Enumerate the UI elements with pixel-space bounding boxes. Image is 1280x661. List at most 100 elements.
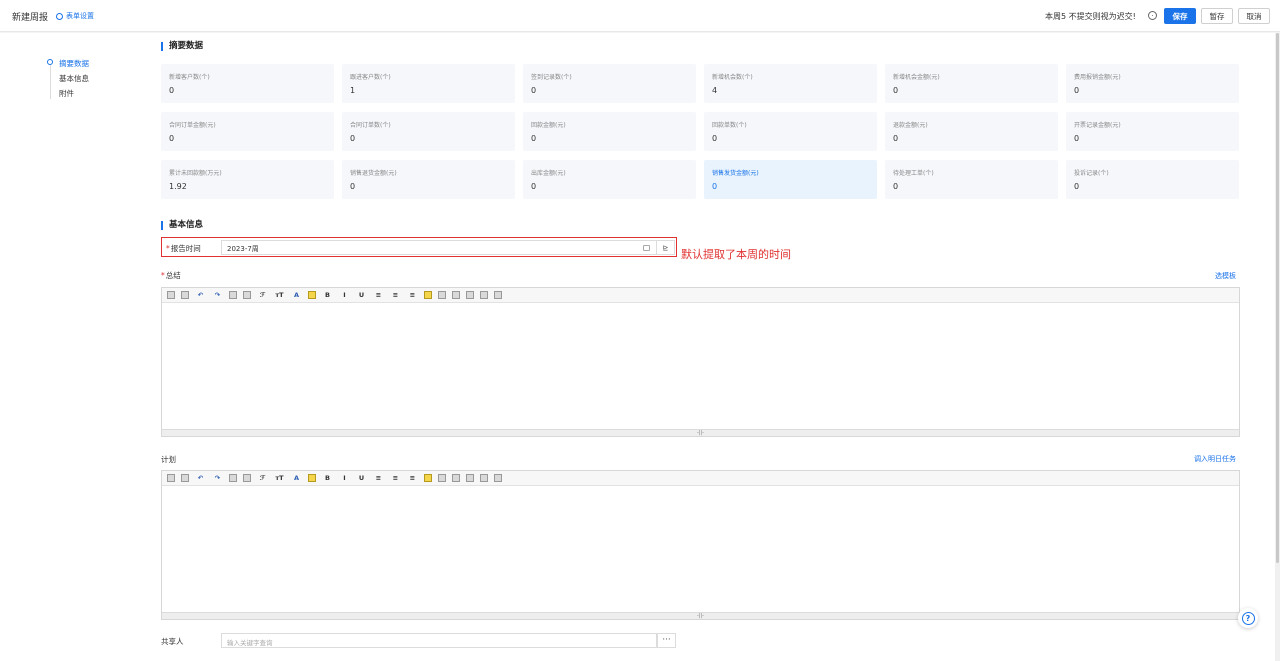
temp-save-button[interactable]: 暂存 xyxy=(1201,8,1233,24)
image-icon[interactable] xyxy=(452,291,460,299)
summary-card[interactable]: 销售退货金额(元) 0 xyxy=(342,160,515,199)
summary-editor[interactable]: ↶ ↷ ℱтT A B I U ≡ ≡ ≡ -||- xyxy=(161,287,1240,437)
summary-card-label: 合同订单金额(元) xyxy=(169,122,216,129)
align-center-icon[interactable]: ≡ xyxy=(390,474,401,483)
table-icon[interactable] xyxy=(466,474,474,482)
summary-card-value: 0 xyxy=(531,182,537,191)
cancel-button[interactable]: 取消 xyxy=(1238,8,1270,24)
insert-line-icon[interactable] xyxy=(438,474,446,482)
summary-card[interactable]: 新增机会数(个) 4 xyxy=(704,64,877,103)
bold-icon[interactable]: B xyxy=(322,291,333,300)
summary-card-value: 0 xyxy=(350,182,356,191)
link-icon[interactable] xyxy=(480,474,488,482)
summary-card[interactable]: 累计未回款额(万元) 1.92 xyxy=(161,160,334,199)
summary-card[interactable]: 合同订单金额(元) 0 xyxy=(161,112,334,151)
align-left-icon[interactable]: ≡ xyxy=(373,474,384,483)
fullscreen-icon[interactable] xyxy=(494,291,502,299)
source-icon[interactable] xyxy=(167,291,175,299)
template-icon[interactable] xyxy=(181,474,189,482)
report-time-label: *报告时间 xyxy=(166,244,201,253)
editor-resize-bar[interactable]: -||- xyxy=(162,612,1239,619)
paste-text-icon[interactable] xyxy=(243,291,251,299)
italic-icon[interactable]: I xyxy=(339,474,350,483)
summary-card[interactable]: 新增机会金额(元) 0 xyxy=(885,64,1058,103)
summary-card[interactable]: 回款单数(个) 0 xyxy=(704,112,877,151)
summary-card-value: 0 xyxy=(712,182,718,191)
summary-card[interactable]: 跟进客户数(个) 1 xyxy=(342,64,515,103)
summary-card-value: 1 xyxy=(350,86,356,95)
source-icon[interactable] xyxy=(167,474,175,482)
summary-card[interactable]: 新增客户数(个) 0 xyxy=(161,64,334,103)
align-right-icon[interactable]: ≡ xyxy=(407,474,418,483)
font-size-icon[interactable]: тT xyxy=(274,474,285,483)
summary-card-value: 0 xyxy=(169,86,175,95)
choose-template-link[interactable]: 选模板 xyxy=(1215,271,1236,281)
share-more-button[interactable]: ··· xyxy=(657,633,676,648)
summary-card-value: 1.92 xyxy=(169,182,187,191)
share-label: 共享人 xyxy=(161,637,184,646)
form-settings-link[interactable]: 表单设置 xyxy=(56,11,94,21)
paste-icon[interactable] xyxy=(229,291,237,299)
save-button[interactable]: 保存 xyxy=(1164,8,1196,24)
insert-line-icon[interactable] xyxy=(438,291,446,299)
scrollbar[interactable] xyxy=(1275,33,1280,661)
fullscreen-icon[interactable] xyxy=(494,474,502,482)
undo-icon[interactable]: ↶ xyxy=(195,291,206,300)
image-icon[interactable] xyxy=(452,474,460,482)
summary-card[interactable]: 待处理工单(个) 0 xyxy=(885,160,1058,199)
scroll-thumb[interactable] xyxy=(1276,33,1279,563)
info-icon[interactable] xyxy=(1148,11,1157,20)
summary-editor-toolbar: ↶ ↷ ℱтT A B I U ≡ ≡ ≡ xyxy=(162,288,1239,303)
summary-card[interactable]: 出库金额(元) 0 xyxy=(523,160,696,199)
align-right-icon[interactable]: ≡ xyxy=(407,291,418,300)
highlight-icon[interactable] xyxy=(308,474,316,482)
link-icon[interactable] xyxy=(480,291,488,299)
editor-resize-bar[interactable]: -||- xyxy=(162,429,1239,436)
summary-card[interactable]: 合同订单数(个) 0 xyxy=(342,112,515,151)
help-button[interactable]: ? xyxy=(1238,608,1258,628)
align-center-icon[interactable]: ≡ xyxy=(390,291,401,300)
emoji-icon[interactable] xyxy=(424,474,432,482)
table-icon[interactable] xyxy=(466,291,474,299)
template-icon[interactable] xyxy=(181,291,189,299)
underline-icon[interactable]: U xyxy=(356,474,367,483)
import-tasks-link[interactable]: 调入明日任务 xyxy=(1194,454,1236,464)
summary-card-value: 0 xyxy=(169,134,175,143)
paste-text-icon[interactable] xyxy=(243,474,251,482)
report-time-input[interactable]: 2023-7周 xyxy=(221,240,657,255)
align-left-icon[interactable]: ≡ xyxy=(373,291,384,300)
summary-card-value: 0 xyxy=(531,86,537,95)
paste-icon[interactable] xyxy=(229,474,237,482)
summary-card[interactable]: 签到记录数(个) 0 xyxy=(523,64,696,103)
summary-card[interactable]: 费用报销金额(元) 0 xyxy=(1066,64,1239,103)
report-time-row: *报告时间 2023-7周 ⊵ xyxy=(161,237,677,257)
calendar-icon[interactable] xyxy=(643,245,650,251)
plan-editor[interactable]: ↶ ↷ ℱтT A B I U ≡ ≡ ≡ -||- xyxy=(161,470,1240,620)
summary-card[interactable]: 退款金额(元) 0 xyxy=(885,112,1058,151)
nav-item-basic-info[interactable]: 基本信息 xyxy=(59,73,89,84)
summary-card-label: 签到记录数(个) xyxy=(531,74,572,81)
week-picker-button[interactable]: ⊵ xyxy=(657,240,675,255)
nav-item-attachment[interactable]: 附件 xyxy=(59,88,74,99)
deadline-notice: 本周5 不提交则视为迟交! xyxy=(1045,12,1136,21)
undo-icon[interactable]: ↶ xyxy=(195,474,206,483)
redo-icon[interactable]: ↷ xyxy=(212,474,223,483)
summary-card[interactable]: 开票记录金额(元) 0 xyxy=(1066,112,1239,151)
font-family-icon[interactable]: ℱ xyxy=(257,474,268,483)
font-color-icon[interactable]: A xyxy=(291,474,302,483)
underline-icon[interactable]: U xyxy=(356,291,367,300)
font-size-icon[interactable]: тT xyxy=(274,291,285,300)
summary-card[interactable]: 销售发货金额(元) 0 xyxy=(704,160,877,199)
redo-icon[interactable]: ↷ xyxy=(212,291,223,300)
italic-icon[interactable]: I xyxy=(339,291,350,300)
emoji-icon[interactable] xyxy=(424,291,432,299)
bold-icon[interactable]: B xyxy=(322,474,333,483)
nav-item-summary[interactable]: 摘要数据 xyxy=(59,58,89,69)
summary-card[interactable]: 回款金额(元) 0 xyxy=(523,112,696,151)
share-search-input[interactable]: 输入关键字查询 xyxy=(221,633,657,648)
font-family-icon[interactable]: ℱ xyxy=(257,291,268,300)
font-color-icon[interactable]: A xyxy=(291,291,302,300)
summary-card-label: 退款金额(元) xyxy=(893,122,928,129)
highlight-icon[interactable] xyxy=(308,291,316,299)
summary-card[interactable]: 投诉记录(个) 0 xyxy=(1066,160,1239,199)
